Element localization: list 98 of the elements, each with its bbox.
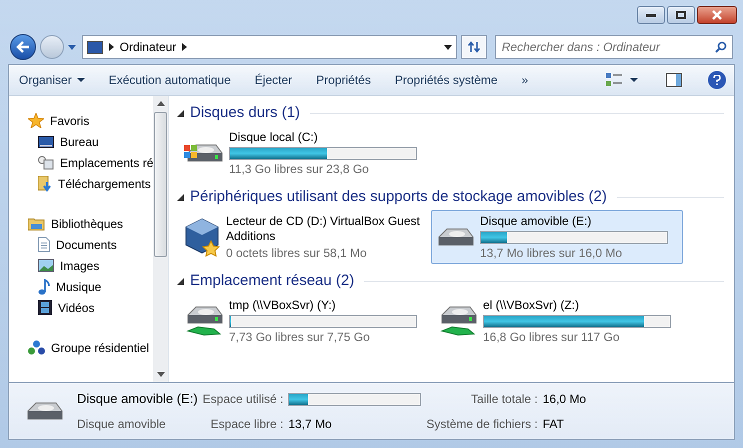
- network-icon: [28, 340, 45, 355]
- collapse-icon[interactable]: [177, 194, 184, 200]
- drive-tile[interactable]: Lecteur de CD (D:) VirtualBox Guest Additions 0 octets libres sur 58,1 Mo: [177, 210, 429, 264]
- group-header[interactable]: Emplacement réseau (2): [190, 270, 354, 292]
- nav-item[interactable]: Bibliothèques: [28, 213, 154, 234]
- nav-item[interactable]: Musique: [28, 276, 154, 297]
- free-space-text: 7,73 Go libres sur 7,75 Go: [229, 330, 371, 344]
- toolbar-button[interactable]: Propriétés: [316, 71, 371, 89]
- nav-item[interactable]: Images: [28, 255, 154, 276]
- star-icon: [28, 113, 44, 128]
- network-drive-icon: [438, 306, 477, 336]
- nav-label[interactable]: Téléchargements: [58, 174, 151, 192]
- toolbar-button[interactable]: Propriétés système: [394, 71, 498, 89]
- nav-item[interactable]: Favoris: [28, 110, 154, 131]
- collapse-icon[interactable]: [177, 110, 184, 116]
- drive-tile[interactable]: tmp (\\VBoxSvr) (Y:) 7,73 Go libres sur 7,75 Go: [177, 294, 429, 348]
- free-space-text: 11,3 Go libres sur 23,8 Go: [229, 162, 370, 176]
- hard-drive-icon: [184, 144, 223, 162]
- free-space-text: 13,7 Mo libres sur 16,0 Mo: [480, 246, 624, 260]
- toolbar-button[interactable]: Éjecter: [254, 71, 292, 89]
- search-field[interactable]: Rechercher dans : Ordinateur: [494, 35, 733, 59]
- nav-label[interactable]: Bibliothèques: [51, 214, 124, 232]
- scroll-down-arrow-icon[interactable]: [156, 372, 165, 377]
- details-value: 16,0 Mo: [542, 391, 586, 408]
- drive-name: Lecteur de CD (D:) VirtualBox Guest Additions: [226, 214, 421, 244]
- minimize-button[interactable]: [637, 6, 665, 24]
- toolbar-button[interactable]: Exécution automatique: [108, 71, 231, 89]
- search-icon: [715, 41, 727, 53]
- free-space-text: 0 octets libres sur 58,1 Mo: [226, 246, 368, 260]
- details-label: Espace libre :: [210, 416, 284, 433]
- folder-icon: [28, 216, 45, 230]
- free-space-text: 16,8 Go libres sur 117 Go: [483, 330, 621, 344]
- picture-icon: [38, 259, 54, 272]
- removable-drive-icon: [27, 402, 63, 420]
- nav-item[interactable]: Documents: [28, 234, 154, 255]
- question-mark-icon: [713, 75, 721, 85]
- drive-name: tmp (\\VBoxSvr) (Y:): [229, 298, 337, 312]
- close-icon: [711, 10, 723, 20]
- nav-item[interactable]: Emplacements ré: [28, 152, 154, 173]
- nav-label[interactable]: Bureau: [60, 132, 99, 150]
- drive-name: Disque local (C:): [229, 130, 319, 144]
- caret-icon: [76, 78, 85, 82]
- group-header[interactable]: Périphériques utilisant des supports de stockage amovibles (2): [190, 186, 607, 208]
- back-button[interactable]: [10, 34, 36, 60]
- nav-label[interactable]: Musique: [56, 278, 102, 296]
- details-label: Système de fichiers :: [426, 416, 538, 433]
- cube-star-icon: [184, 217, 220, 257]
- breadcrumb[interactable]: Ordinateur: [120, 38, 176, 56]
- toolbar-button[interactable]: Organiser: [19, 71, 85, 89]
- document-icon: [38, 237, 50, 252]
- drive-tile[interactable]: Disque local (C:) 11,3 Go libres sur 23,8 Go: [177, 126, 429, 180]
- refresh-arrows-icon: [468, 41, 480, 53]
- monitor-icon: [38, 136, 54, 148]
- drive-tile[interactable]: el (\\VBoxSvr) (Z:) 16,8 Go libres sur 117 Go: [431, 294, 683, 348]
- chevron-icon[interactable]: [108, 43, 114, 51]
- nav-item[interactable]: Téléchargements: [28, 173, 154, 194]
- drive-name: Disque amovible (E:): [480, 214, 592, 228]
- details-title: Disque amovible (E:): [77, 390, 198, 408]
- refresh-button[interactable]: [460, 35, 487, 59]
- computer-icon: [86, 40, 103, 54]
- preview-pane-button[interactable]: [666, 73, 682, 87]
- details-label: Taille totale :: [470, 391, 538, 408]
- view-options-button[interactable]: [606, 73, 638, 87]
- caret-icon: [630, 78, 638, 82]
- close-button[interactable]: [697, 6, 737, 24]
- nav-label[interactable]: Emplacements ré: [60, 154, 154, 172]
- maximize-button[interactable]: [667, 6, 695, 24]
- nav-item[interactable]: Bureau: [28, 131, 154, 152]
- list-view-icon: [606, 73, 622, 87]
- scrollbar[interactable]: [153, 96, 168, 382]
- music-note-icon: [38, 278, 50, 294]
- nav-item[interactable]: Vidéos: [28, 297, 154, 318]
- nav-item[interactable]: Groupe résidentiel: [28, 337, 154, 358]
- removable-drive-icon: [438, 228, 474, 246]
- chevron-icon[interactable]: [182, 43, 188, 51]
- help-button[interactable]: [708, 71, 726, 89]
- group-header[interactable]: Disques durs (1): [190, 102, 300, 124]
- nav-label[interactable]: Favoris: [50, 112, 90, 130]
- drive-tile[interactable]: Disque amovible (E:) 13,7 Mo libres sur 16,0 Mo: [431, 210, 683, 264]
- details-value: FAT: [542, 416, 565, 433]
- back-arrow-icon: [16, 41, 30, 53]
- nav-label[interactable]: Images: [60, 256, 100, 274]
- computer-clock-icon: [38, 156, 54, 170]
- details-subtitle: Disque amovible: [77, 416, 167, 433]
- details-label: Espace utilisé :: [202, 391, 284, 408]
- folder-arrow-icon: [38, 176, 52, 192]
- nav-label[interactable]: Vidéos: [58, 298, 94, 316]
- drive-name: el (\\VBoxSvr) (Z:): [483, 298, 580, 312]
- nav-label[interactable]: Groupe résidentiel: [51, 338, 150, 356]
- address-bar[interactable]: Ordinateur: [82, 35, 457, 59]
- nav-label[interactable]: Documents: [56, 236, 117, 254]
- film-icon: [38, 300, 52, 315]
- details-value: 13,7 Mo: [288, 416, 333, 433]
- toolbar-button[interactable]: »: [522, 71, 528, 89]
- scroll-up-arrow-icon[interactable]: [156, 101, 165, 106]
- collapse-icon[interactable]: [177, 278, 184, 284]
- network-drive-icon: [184, 306, 223, 336]
- dropdown-arrow-icon[interactable]: [444, 44, 452, 50]
